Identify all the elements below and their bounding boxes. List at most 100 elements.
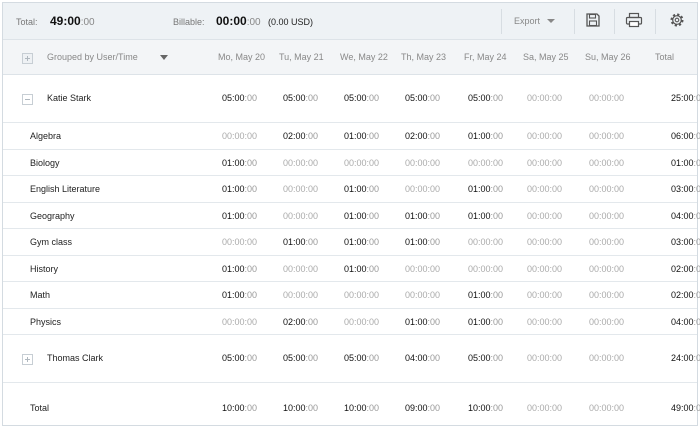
expand-all-icon[interactable]	[22, 53, 33, 64]
time-hours: 01:00	[468, 210, 491, 221]
time-value: 02:00:00	[283, 317, 318, 327]
time-hours: 00:00	[405, 263, 428, 274]
time-value: 01:00:00	[222, 158, 257, 168]
time-hours: 00:00	[527, 237, 550, 247]
time-value: 01:00:00	[222, 264, 257, 274]
time-hours: 05:00	[283, 353, 306, 363]
time-hours: 00:00	[222, 237, 245, 247]
header-day: Sa, May 25	[523, 52, 569, 62]
time-hours: 02:00	[283, 316, 306, 327]
time-minutes: :00	[693, 93, 700, 103]
time-hours: 09:00	[405, 403, 428, 413]
time-minutes: :00	[549, 157, 563, 168]
time-value: 00:00:00	[589, 158, 624, 168]
time-minutes: :00	[490, 184, 504, 194]
time-minutes: :00	[611, 93, 625, 103]
time-hours: 00:00	[589, 316, 612, 327]
time-value: 00:00:00	[344, 158, 379, 168]
collapse-icon[interactable]	[22, 94, 33, 105]
time-hours: 01:00	[468, 131, 491, 141]
expand-icon[interactable]	[22, 354, 33, 365]
billable-hours: 00:00	[216, 14, 247, 28]
time-minutes: :00	[427, 93, 441, 103]
grouping-selector-label: Grouped by User/Time	[47, 52, 138, 62]
time-hours: 00:00	[344, 290, 367, 300]
time-value: 00:00:00	[405, 158, 440, 168]
time-hours: 00:00	[589, 131, 612, 141]
time-minutes: :00	[244, 290, 258, 300]
time-minutes: :00	[244, 131, 258, 141]
time-hours: 00:00	[527, 353, 550, 363]
time-minutes: :00	[305, 237, 319, 247]
billable-amount: (0.00 USD)	[268, 17, 314, 27]
time-hours: 00:00	[589, 290, 612, 300]
table-row: English Literature 01:00:00 00:00:00 01:00:…	[3, 176, 700, 203]
time-hours: 25:00	[671, 93, 694, 103]
time-value: 00:00:00	[405, 290, 440, 300]
time-minutes: :00	[305, 93, 319, 103]
time-minutes: :00	[244, 93, 258, 103]
time-minutes: :00	[611, 403, 625, 413]
time-minutes: :00	[305, 290, 319, 300]
time-hours: 00:00	[589, 263, 612, 274]
print-button[interactable]	[625, 12, 645, 32]
time-hours: 02:00	[671, 263, 694, 274]
time-hours: 00:00	[527, 403, 550, 413]
time-minutes: :00	[244, 157, 258, 168]
row-subject-name: Physics	[30, 316, 62, 327]
time-hours: 01:00	[222, 290, 245, 300]
time-value: 01:00:00	[222, 184, 257, 194]
footer-total-label: Total	[30, 403, 50, 413]
time-minutes: :00	[611, 353, 625, 363]
time-value: 00:00:00	[589, 317, 624, 327]
time-hours: 00:00	[527, 316, 550, 327]
time-minutes: :00	[490, 237, 504, 247]
chevron-down-icon[interactable]	[160, 55, 168, 60]
time-hours: 01:00	[222, 184, 245, 194]
time-minutes: :00	[366, 93, 380, 103]
time-value: 00:00:00	[527, 131, 562, 141]
toolbar-divider	[501, 9, 502, 34]
total-hours: 49:00	[50, 14, 81, 28]
time-hours: 02:00	[405, 131, 428, 141]
time-minutes: :00	[427, 131, 441, 141]
time-hours: 05:00	[468, 93, 491, 103]
time-value: 01:00:00	[344, 211, 379, 221]
time-value: 00:00:00	[283, 264, 318, 274]
time-minutes: :00	[611, 290, 625, 300]
time-minutes: :00	[305, 184, 319, 194]
time-hours: 00:00	[527, 290, 550, 300]
time-hours: 10:00	[283, 403, 306, 413]
time-value: 05:00:00	[222, 353, 257, 363]
time-value: 01:00:00	[344, 237, 379, 247]
time-minutes: :00	[490, 263, 504, 274]
time-value: 01:00:00	[671, 158, 700, 168]
export-dropdown[interactable]: Export	[514, 16, 556, 26]
save-icon	[586, 13, 600, 27]
time-value: 10:00:00	[283, 403, 318, 413]
time-minutes: :00	[693, 157, 700, 168]
time-minutes: :00	[611, 210, 625, 221]
time-value: 00:00:00	[589, 403, 624, 413]
time-hours: 00:00	[527, 157, 550, 168]
time-value: 00:00:00	[527, 93, 562, 103]
time-value: 02:00:00	[671, 264, 700, 274]
save-button[interactable]	[585, 12, 605, 32]
time-value: 05:00:00	[283, 93, 318, 103]
time-minutes: :00	[490, 353, 504, 363]
time-value: 00:00:00	[344, 290, 379, 300]
settings-button[interactable]	[669, 12, 689, 32]
table-row: Geography 01:00:00 00:00:00 01:00:00 01:00:0…	[3, 203, 700, 229]
total-label: Total:	[16, 17, 38, 27]
time-minutes: :00	[366, 210, 380, 221]
time-hours: 00:00	[405, 184, 428, 194]
time-value: 01:00:00	[468, 290, 503, 300]
time-minutes: :00	[366, 316, 380, 327]
header-day: Su, May 26	[585, 52, 631, 62]
summary-bar: Total: 49:00:00 Billable: 00:00:00 (0.00…	[3, 3, 697, 40]
time-value: 03:00:00	[671, 184, 700, 194]
print-icon	[625, 12, 643, 28]
time-hours: 00:00	[405, 290, 428, 300]
time-value: 01:00:00	[344, 131, 379, 141]
time-minutes: :00	[693, 403, 700, 413]
